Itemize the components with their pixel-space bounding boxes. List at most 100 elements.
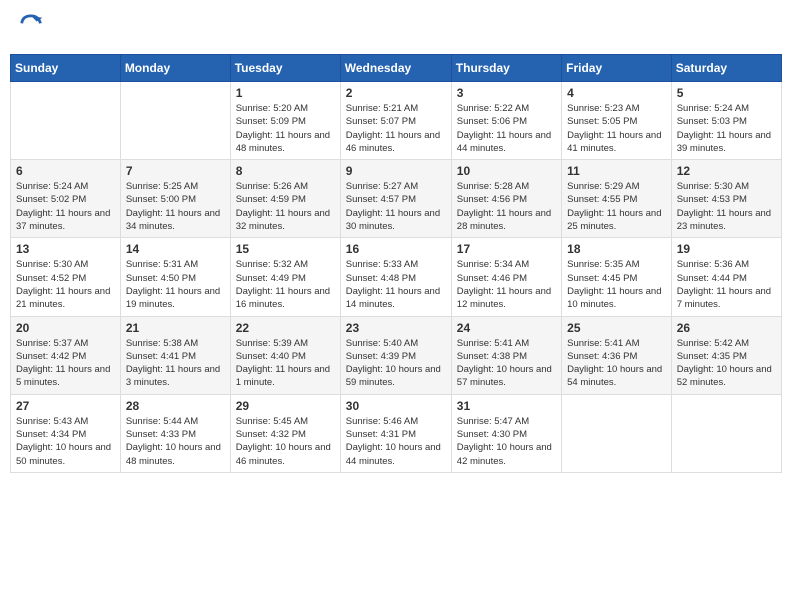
day-number: 22 — [236, 321, 335, 335]
page-header — [10, 10, 782, 46]
calendar-cell: 11 Sunrise: 5:29 AMSunset: 4:55 PMDaylig… — [562, 160, 672, 238]
day-number: 7 — [126, 164, 225, 178]
calendar-cell: 3 Sunrise: 5:22 AMSunset: 5:06 PMDayligh… — [451, 82, 561, 160]
calendar-cell: 6 Sunrise: 5:24 AMSunset: 5:02 PMDayligh… — [11, 160, 121, 238]
calendar-cell — [11, 82, 121, 160]
calendar-cell: 7 Sunrise: 5:25 AMSunset: 5:00 PMDayligh… — [120, 160, 230, 238]
day-info: Sunrise: 5:23 AMSunset: 5:05 PMDaylight:… — [567, 103, 661, 154]
day-number: 18 — [567, 242, 666, 256]
day-info: Sunrise: 5:35 AMSunset: 4:45 PMDaylight:… — [567, 259, 661, 310]
day-number: 26 — [677, 321, 776, 335]
day-info: Sunrise: 5:34 AMSunset: 4:46 PMDaylight:… — [457, 259, 551, 310]
day-number: 19 — [677, 242, 776, 256]
day-number: 13 — [16, 242, 115, 256]
calendar-cell: 25 Sunrise: 5:41 AMSunset: 4:36 PMDaylig… — [562, 316, 672, 394]
calendar-cell: 26 Sunrise: 5:42 AMSunset: 4:35 PMDaylig… — [671, 316, 781, 394]
calendar-cell: 5 Sunrise: 5:24 AMSunset: 5:03 PMDayligh… — [671, 82, 781, 160]
day-info: Sunrise: 5:40 AMSunset: 4:39 PMDaylight:… — [346, 338, 441, 389]
calendar-cell — [562, 394, 672, 472]
weekday-header-row: SundayMondayTuesdayWednesdayThursdayFrid… — [11, 55, 782, 82]
day-info: Sunrise: 5:44 AMSunset: 4:33 PMDaylight:… — [126, 416, 221, 467]
day-number: 21 — [126, 321, 225, 335]
day-number: 30 — [346, 399, 446, 413]
week-row-3: 13 Sunrise: 5:30 AMSunset: 4:52 PMDaylig… — [11, 238, 782, 316]
day-info: Sunrise: 5:28 AMSunset: 4:56 PMDaylight:… — [457, 181, 551, 232]
calendar-cell: 14 Sunrise: 5:31 AMSunset: 4:50 PMDaylig… — [120, 238, 230, 316]
calendar-cell: 21 Sunrise: 5:38 AMSunset: 4:41 PMDaylig… — [120, 316, 230, 394]
day-info: Sunrise: 5:43 AMSunset: 4:34 PMDaylight:… — [16, 416, 111, 467]
weekday-header-sunday: Sunday — [11, 55, 121, 82]
calendar-table: SundayMondayTuesdayWednesdayThursdayFrid… — [10, 54, 782, 473]
day-info: Sunrise: 5:29 AMSunset: 4:55 PMDaylight:… — [567, 181, 661, 232]
calendar-cell: 22 Sunrise: 5:39 AMSunset: 4:40 PMDaylig… — [230, 316, 340, 394]
calendar-cell: 24 Sunrise: 5:41 AMSunset: 4:38 PMDaylig… — [451, 316, 561, 394]
day-info: Sunrise: 5:24 AMSunset: 5:02 PMDaylight:… — [16, 181, 110, 232]
day-number: 31 — [457, 399, 556, 413]
weekday-header-thursday: Thursday — [451, 55, 561, 82]
day-info: Sunrise: 5:31 AMSunset: 4:50 PMDaylight:… — [126, 259, 220, 310]
day-number: 27 — [16, 399, 115, 413]
calendar-cell: 1 Sunrise: 5:20 AMSunset: 5:09 PMDayligh… — [230, 82, 340, 160]
day-number: 5 — [677, 86, 776, 100]
day-info: Sunrise: 5:27 AMSunset: 4:57 PMDaylight:… — [346, 181, 440, 232]
calendar-cell: 30 Sunrise: 5:46 AMSunset: 4:31 PMDaylig… — [340, 394, 451, 472]
day-number: 4 — [567, 86, 666, 100]
day-info: Sunrise: 5:26 AMSunset: 4:59 PMDaylight:… — [236, 181, 330, 232]
day-info: Sunrise: 5:45 AMSunset: 4:32 PMDaylight:… — [236, 416, 331, 467]
calendar-cell: 16 Sunrise: 5:33 AMSunset: 4:48 PMDaylig… — [340, 238, 451, 316]
day-number: 2 — [346, 86, 446, 100]
day-info: Sunrise: 5:41 AMSunset: 4:36 PMDaylight:… — [567, 338, 662, 389]
week-row-4: 20 Sunrise: 5:37 AMSunset: 4:42 PMDaylig… — [11, 316, 782, 394]
day-number: 28 — [126, 399, 225, 413]
day-number: 6 — [16, 164, 115, 178]
logo — [18, 14, 50, 42]
calendar-cell: 8 Sunrise: 5:26 AMSunset: 4:59 PMDayligh… — [230, 160, 340, 238]
calendar-cell — [671, 394, 781, 472]
calendar-cell: 12 Sunrise: 5:30 AMSunset: 4:53 PMDaylig… — [671, 160, 781, 238]
calendar-cell: 15 Sunrise: 5:32 AMSunset: 4:49 PMDaylig… — [230, 238, 340, 316]
weekday-header-saturday: Saturday — [671, 55, 781, 82]
day-number: 23 — [346, 321, 446, 335]
calendar-cell: 31 Sunrise: 5:47 AMSunset: 4:30 PMDaylig… — [451, 394, 561, 472]
day-info: Sunrise: 5:22 AMSunset: 5:06 PMDaylight:… — [457, 103, 551, 154]
day-info: Sunrise: 5:30 AMSunset: 4:52 PMDaylight:… — [16, 259, 110, 310]
day-number: 10 — [457, 164, 556, 178]
calendar-cell: 13 Sunrise: 5:30 AMSunset: 4:52 PMDaylig… — [11, 238, 121, 316]
day-number: 11 — [567, 164, 666, 178]
day-number: 24 — [457, 321, 556, 335]
day-number: 29 — [236, 399, 335, 413]
day-number: 17 — [457, 242, 556, 256]
day-number: 16 — [346, 242, 446, 256]
day-info: Sunrise: 5:37 AMSunset: 4:42 PMDaylight:… — [16, 338, 110, 389]
day-number: 1 — [236, 86, 335, 100]
weekday-header-tuesday: Tuesday — [230, 55, 340, 82]
calendar-cell: 4 Sunrise: 5:23 AMSunset: 5:05 PMDayligh… — [562, 82, 672, 160]
day-info: Sunrise: 5:25 AMSunset: 5:00 PMDaylight:… — [126, 181, 220, 232]
day-number: 25 — [567, 321, 666, 335]
weekday-header-wednesday: Wednesday — [340, 55, 451, 82]
calendar-cell: 10 Sunrise: 5:28 AMSunset: 4:56 PMDaylig… — [451, 160, 561, 238]
day-number: 8 — [236, 164, 335, 178]
day-info: Sunrise: 5:39 AMSunset: 4:40 PMDaylight:… — [236, 338, 330, 389]
day-info: Sunrise: 5:46 AMSunset: 4:31 PMDaylight:… — [346, 416, 441, 467]
day-info: Sunrise: 5:20 AMSunset: 5:09 PMDaylight:… — [236, 103, 330, 154]
week-row-1: 1 Sunrise: 5:20 AMSunset: 5:09 PMDayligh… — [11, 82, 782, 160]
calendar-cell: 27 Sunrise: 5:43 AMSunset: 4:34 PMDaylig… — [11, 394, 121, 472]
day-number: 14 — [126, 242, 225, 256]
day-info: Sunrise: 5:47 AMSunset: 4:30 PMDaylight:… — [457, 416, 552, 467]
day-number: 12 — [677, 164, 776, 178]
day-info: Sunrise: 5:42 AMSunset: 4:35 PMDaylight:… — [677, 338, 772, 389]
week-row-2: 6 Sunrise: 5:24 AMSunset: 5:02 PMDayligh… — [11, 160, 782, 238]
day-info: Sunrise: 5:36 AMSunset: 4:44 PMDaylight:… — [677, 259, 771, 310]
weekday-header-friday: Friday — [562, 55, 672, 82]
day-info: Sunrise: 5:38 AMSunset: 4:41 PMDaylight:… — [126, 338, 220, 389]
day-info: Sunrise: 5:24 AMSunset: 5:03 PMDaylight:… — [677, 103, 771, 154]
calendar-cell: 17 Sunrise: 5:34 AMSunset: 4:46 PMDaylig… — [451, 238, 561, 316]
calendar-cell — [120, 82, 230, 160]
logo-icon — [18, 14, 46, 42]
day-info: Sunrise: 5:32 AMSunset: 4:49 PMDaylight:… — [236, 259, 330, 310]
calendar-cell: 9 Sunrise: 5:27 AMSunset: 4:57 PMDayligh… — [340, 160, 451, 238]
week-row-5: 27 Sunrise: 5:43 AMSunset: 4:34 PMDaylig… — [11, 394, 782, 472]
calendar-cell: 28 Sunrise: 5:44 AMSunset: 4:33 PMDaylig… — [120, 394, 230, 472]
day-info: Sunrise: 5:41 AMSunset: 4:38 PMDaylight:… — [457, 338, 552, 389]
